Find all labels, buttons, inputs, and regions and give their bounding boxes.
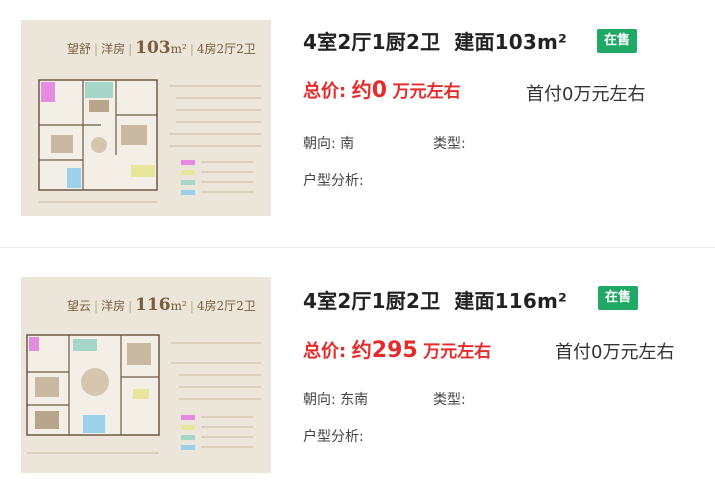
title-layout: 4室2厅1厨2卫 (303, 30, 441, 54)
listing-title[interactable]: 4室2厅1厨2卫 建面103m² (303, 26, 567, 55)
listing-card[interactable]: 望云 | 洋房 | 116m² | 4房2厅2卫 4室2厅1厨2卫 建面116m² 在售 总价… (0, 247, 715, 485)
plan-name: 望云 (67, 299, 92, 313)
type: 类型: (433, 389, 466, 409)
analysis-label: 户型分析: (303, 173, 364, 189)
orientation: 朝向: 南 (303, 133, 354, 153)
status-badge: 在售 (598, 286, 639, 310)
plan-area: 116 (135, 295, 171, 315)
type: 类型: (433, 133, 466, 153)
type-label: 类型: (433, 136, 466, 152)
plan-name: 望舒 (67, 42, 92, 56)
price-label: 总价: (303, 81, 347, 102)
plan-style: 洋房 (101, 299, 126, 313)
type-label: 类型: (433, 392, 466, 408)
plan-rooms: 4房2厅2卫 (196, 299, 256, 313)
price-label: 总价: (303, 341, 347, 362)
plan-area: 103 (135, 38, 171, 58)
floor-plan-image[interactable]: 望云 | 洋房 | 116m² | 4房2厅2卫 (21, 277, 271, 473)
down-payment: 首付0万元左右 (526, 84, 646, 105)
total-price: 总价: 约295 万元左右 (303, 334, 491, 363)
orientation-value: 南 (340, 136, 355, 152)
floor-plan-image[interactable]: 望舒 | 洋房 | 103m² | 4房2厅2卫 (21, 20, 271, 216)
title-layout: 4室2厅1厨2卫 (303, 289, 441, 313)
layout-analysis: 户型分析: (303, 426, 364, 446)
down-payment: 首付0万元左右 (555, 342, 675, 363)
price-unit: 万元左右 (392, 82, 461, 102)
floor-plan-header: 望云 | 洋房 | 116m² | 4房2厅2卫 (67, 295, 256, 315)
title-area: 建面103m² (454, 30, 568, 54)
listing-title[interactable]: 4室2厅1厨2卫 建面116m² (303, 285, 567, 314)
price-value: 295 (371, 338, 418, 363)
listing-card[interactable]: 望舒 | 洋房 | 103m² | 4房2厅2卫 4室2厅1厨2卫 建面103m² 在售 总价… (0, 0, 715, 248)
title-area: 建面116m² (454, 289, 568, 313)
price-about: 约 (351, 338, 372, 362)
plan-unit: m² (170, 42, 187, 56)
orientation-label: 朝向: (303, 392, 336, 408)
orientation: 朝向: 东南 (303, 389, 368, 409)
price-about: 约 (351, 78, 372, 102)
price-unit: 万元左右 (423, 342, 492, 362)
analysis-label: 户型分析: (303, 429, 364, 445)
total-price: 总价: 约0 万元左右 (303, 74, 461, 103)
plan-rooms: 4房2厅2卫 (196, 42, 256, 56)
orientation-label: 朝向: (303, 136, 336, 152)
price-value: 0 (371, 78, 388, 103)
status-badge: 在售 (597, 29, 638, 53)
plan-style: 洋房 (101, 42, 126, 56)
orientation-value: 东南 (340, 392, 369, 408)
layout-analysis: 户型分析: (303, 170, 364, 190)
floor-plan-header: 望舒 | 洋房 | 103m² | 4房2厅2卫 (67, 38, 256, 58)
plan-unit: m² (170, 299, 187, 313)
